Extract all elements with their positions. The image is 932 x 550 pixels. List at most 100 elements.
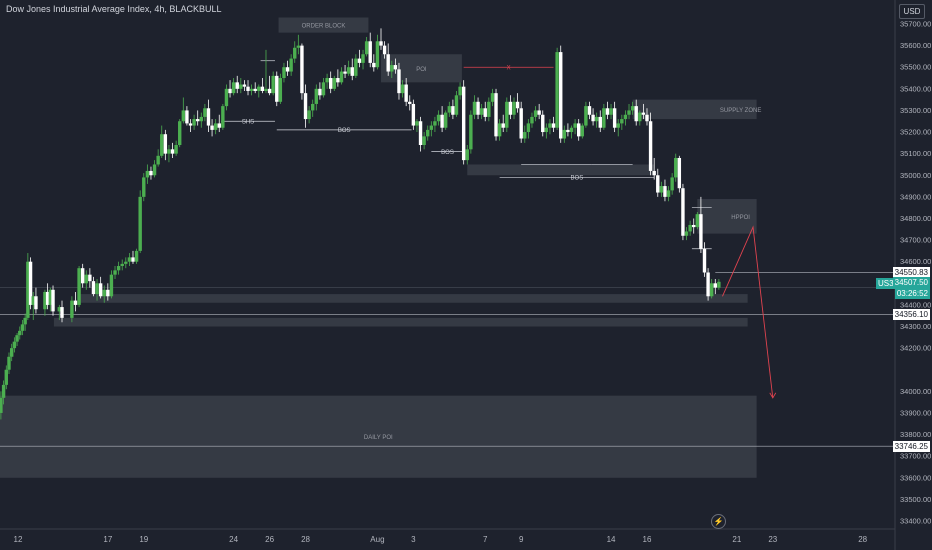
x-tick-10: 14 bbox=[607, 535, 616, 544]
candle-72 bbox=[257, 86, 261, 91]
candle-28 bbox=[98, 283, 103, 297]
candle-148 bbox=[530, 116, 534, 124]
candle-172 bbox=[616, 123, 620, 128]
candle-97 bbox=[346, 67, 351, 74]
x-tick-5: 28 bbox=[301, 535, 310, 544]
candle-199 bbox=[713, 283, 717, 288]
y-tick-15: 35100.00 bbox=[900, 149, 931, 158]
candle-137 bbox=[490, 93, 495, 102]
candle-108 bbox=[386, 54, 390, 72]
y-tick-5: 33900.00 bbox=[900, 408, 931, 417]
y-tick-4: 33800.00 bbox=[900, 430, 931, 439]
candle-56 bbox=[199, 116, 203, 122]
candle-29 bbox=[102, 289, 106, 297]
candle-13 bbox=[34, 296, 38, 310]
candle-67 bbox=[239, 84, 243, 89]
candle-187 bbox=[670, 177, 674, 191]
structure-label-0: SHS bbox=[242, 120, 254, 126]
candle-109 bbox=[390, 65, 394, 72]
candle-80 bbox=[285, 67, 290, 72]
y-tick-7: 34200.00 bbox=[900, 344, 931, 353]
candle-114 bbox=[408, 101, 412, 104]
candle-135 bbox=[483, 108, 487, 117]
candle-195 bbox=[699, 214, 703, 249]
candle-115 bbox=[411, 103, 416, 126]
candle-106 bbox=[379, 41, 383, 46]
price-chart[interactable]: ORDER BLOCK POI SUPPLY ZONE HPPOI DAILY POI S… bbox=[0, 0, 932, 550]
x-tick-8: 7 bbox=[483, 535, 488, 544]
candle-140 bbox=[501, 123, 505, 128]
candle-132 bbox=[472, 101, 477, 115]
y-tick-0: 33400.00 bbox=[900, 517, 931, 526]
candle-90 bbox=[321, 82, 326, 96]
candle-59 bbox=[210, 125, 214, 130]
candle-2 bbox=[4, 369, 8, 385]
candle-128 bbox=[458, 86, 462, 96]
projection-path bbox=[722, 225, 774, 398]
candle-6 bbox=[15, 335, 19, 342]
candle-45 bbox=[160, 134, 164, 156]
candle-27 bbox=[95, 283, 99, 295]
candle-170 bbox=[609, 108, 613, 115]
candle-70 bbox=[249, 88, 254, 91]
candle-162 bbox=[580, 125, 584, 137]
candle-143 bbox=[512, 101, 516, 115]
candle-43 bbox=[152, 164, 157, 176]
candle-178 bbox=[638, 112, 642, 122]
candle-20 bbox=[70, 300, 74, 318]
candle-149 bbox=[533, 110, 538, 117]
candle-174 bbox=[623, 114, 628, 120]
candle-39 bbox=[138, 196, 142, 251]
candle-182 bbox=[652, 170, 656, 176]
candle-190 bbox=[681, 188, 685, 236]
y-tick-20: 35600.00 bbox=[900, 41, 931, 50]
candle-24 bbox=[84, 274, 88, 284]
candle-38 bbox=[134, 250, 139, 262]
candle-101 bbox=[361, 54, 365, 63]
candle-65 bbox=[231, 82, 236, 94]
candle-197 bbox=[706, 272, 710, 297]
y-tick-6: 34000.00 bbox=[900, 387, 931, 396]
candle-21 bbox=[73, 300, 78, 305]
candle-50 bbox=[178, 121, 182, 146]
candle-119 bbox=[426, 129, 430, 137]
candle-0 bbox=[0, 397, 3, 413]
y-tick-10: 34600.00 bbox=[900, 257, 931, 266]
candle-125 bbox=[447, 106, 451, 113]
candle-184 bbox=[659, 186, 664, 193]
candle-154 bbox=[551, 123, 556, 128]
candle-9 bbox=[23, 317, 27, 325]
candle-169 bbox=[605, 108, 610, 115]
candle-75 bbox=[267, 88, 272, 94]
candle-107 bbox=[382, 45, 387, 55]
candle-89 bbox=[318, 88, 322, 96]
candle-105 bbox=[375, 41, 380, 68]
candle-8 bbox=[20, 324, 25, 331]
candle-103 bbox=[368, 41, 372, 63]
currency-selector[interactable]: USD bbox=[899, 4, 925, 19]
price-label-level-3: 33746.25 bbox=[892, 440, 930, 452]
y-tick-17: 35300.00 bbox=[900, 106, 931, 115]
candle-112 bbox=[400, 84, 405, 94]
candle-23 bbox=[80, 268, 85, 284]
candle-95 bbox=[339, 71, 344, 83]
candle-63 bbox=[224, 88, 229, 107]
y-tick-13: 34900.00 bbox=[900, 192, 931, 201]
candle-55 bbox=[195, 119, 200, 122]
candle-85 bbox=[303, 93, 308, 120]
candle-142 bbox=[508, 101, 513, 115]
candle-145 bbox=[519, 108, 523, 139]
y-tick-19: 35500.00 bbox=[900, 63, 931, 72]
candle-22 bbox=[77, 268, 81, 305]
candle-3 bbox=[7, 356, 11, 370]
candle-198 bbox=[709, 283, 714, 297]
structure-label-2: BOS bbox=[338, 128, 351, 134]
lightning-icon[interactable]: ⚡ bbox=[711, 514, 726, 529]
candle-91 bbox=[325, 78, 329, 83]
y-tick-8: 34300.00 bbox=[900, 322, 931, 331]
candle-71 bbox=[253, 88, 257, 91]
candle-116 bbox=[415, 121, 419, 126]
candle-31 bbox=[109, 274, 114, 297]
x-tick-1: 17 bbox=[103, 535, 112, 544]
candle-131 bbox=[469, 114, 473, 150]
